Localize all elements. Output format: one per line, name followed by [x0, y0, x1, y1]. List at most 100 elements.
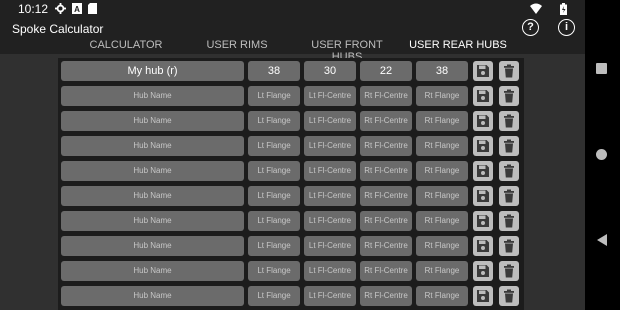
save-button[interactable]	[473, 261, 493, 281]
rt-flange-field[interactable]: Rt Flange	[416, 261, 468, 281]
save-button[interactable]	[473, 211, 493, 231]
svg-text:A: A	[74, 5, 80, 14]
save-button[interactable]	[473, 86, 493, 106]
delete-button[interactable]	[499, 186, 519, 206]
lt-fl-centre-field[interactable]: Lt Fl-Centre	[304, 86, 356, 106]
hub-row: Hub Name Lt Flange Lt Fl-Centre Rt Fl-Centr…	[61, 111, 523, 131]
lt-fl-centre-field[interactable]: Lt Fl-Centre	[304, 186, 356, 206]
tab-bar: CALCULATOR USER RIMS USER FRONT HUBS USE…	[0, 37, 585, 72]
battery-icon	[560, 3, 567, 19]
status-bar: 10:12 A	[0, 0, 585, 18]
lt-flange-field[interactable]: Lt Flange	[248, 286, 300, 306]
app-title: Spoke Calculator	[12, 22, 104, 36]
hub-row: Hub Name Lt Flange Lt Fl-Centre Rt Fl-Centr…	[61, 186, 523, 206]
hub-row: Hub Name Lt Flange Lt Fl-Centre Rt Fl-Centr…	[61, 161, 523, 181]
hub-list: My hub (r) 38 30 22 38 Hub Name Lt Flange Lt Fl…	[58, 58, 524, 310]
wifi-icon	[530, 3, 542, 18]
hub-name-field[interactable]: My hub (r)	[61, 61, 244, 81]
delete-button[interactable]	[499, 86, 519, 106]
save-button[interactable]	[473, 186, 493, 206]
recents-button[interactable]	[596, 63, 607, 74]
hub-name-field[interactable]: Hub Name	[61, 211, 244, 231]
rt-flange-field[interactable]: Rt Flange	[416, 236, 468, 256]
rt-flange-field[interactable]: Rt Flange	[416, 286, 468, 306]
lt-flange-field[interactable]: Lt Flange	[248, 186, 300, 206]
rt-flange-field[interactable]: 38	[416, 61, 468, 81]
hub-row: Hub Name Lt Flange Lt Fl-Centre Rt Fl-Centr…	[61, 211, 523, 231]
rt-flange-field[interactable]: Rt Flange	[416, 111, 468, 131]
hub-row: Hub Name Lt Flange Lt Fl-Centre Rt Fl-Centr…	[61, 261, 523, 281]
help-button[interactable]: ?	[522, 19, 539, 36]
hub-row: My hub (r) 38 30 22 38	[61, 61, 523, 81]
lt-flange-field[interactable]: Lt Flange	[248, 261, 300, 281]
delete-button[interactable]	[499, 136, 519, 156]
rt-fl-centre-field[interactable]: Rt Fl-Centre	[360, 161, 412, 181]
lt-flange-field[interactable]: Lt Flange	[248, 161, 300, 181]
lt-flange-field[interactable]: Lt Flange	[248, 136, 300, 156]
hub-row: Hub Name Lt Flange Lt Fl-Centre Rt Fl-Centr…	[61, 236, 523, 256]
delete-button[interactable]	[499, 236, 519, 256]
hub-name-field[interactable]: Hub Name	[61, 186, 244, 206]
tab-user-rims[interactable]: USER RIMS	[194, 39, 280, 51]
lt-fl-centre-field[interactable]: Lt Fl-Centre	[304, 136, 356, 156]
tab-user-rear-hubs[interactable]: USER REAR HUBS	[402, 39, 514, 51]
hub-row: Hub Name Lt Flange Lt Fl-Centre Rt Fl-Centr…	[61, 136, 523, 156]
lt-fl-centre-field[interactable]: Lt Fl-Centre	[304, 286, 356, 306]
hub-name-field[interactable]: Hub Name	[61, 236, 244, 256]
info-button[interactable]: i	[558, 19, 575, 36]
hub-name-field[interactable]: Hub Name	[61, 286, 244, 306]
hub-row: Hub Name Lt Flange Lt Fl-Centre Rt Fl-Centr…	[61, 86, 523, 106]
delete-button[interactable]	[499, 286, 519, 306]
tab-calculator[interactable]: CALCULATOR	[84, 39, 168, 51]
rt-flange-field[interactable]: Rt Flange	[416, 86, 468, 106]
save-button[interactable]	[473, 136, 493, 156]
lt-flange-field[interactable]: 38	[248, 61, 300, 81]
home-button[interactable]	[596, 149, 607, 160]
rt-flange-field[interactable]: Rt Flange	[416, 136, 468, 156]
app-screen: 10:12 A Spoke Calculator ? i CALCULATOR …	[0, 0, 585, 310]
rt-flange-field[interactable]: Rt Flange	[416, 186, 468, 206]
delete-button[interactable]	[499, 211, 519, 231]
hub-name-field[interactable]: Hub Name	[61, 161, 244, 181]
hub-name-field[interactable]: Hub Name	[61, 261, 244, 281]
lt-fl-centre-field[interactable]: Lt Fl-Centre	[304, 236, 356, 256]
save-button[interactable]	[473, 61, 493, 81]
lt-flange-field[interactable]: Lt Flange	[248, 86, 300, 106]
delete-button[interactable]	[499, 61, 519, 81]
gear-icon	[55, 3, 66, 18]
rt-flange-field[interactable]: Rt Flange	[416, 161, 468, 181]
save-button[interactable]	[473, 236, 493, 256]
delete-button[interactable]	[499, 111, 519, 131]
sd-card-icon	[88, 3, 97, 18]
lt-fl-centre-field[interactable]: Lt Fl-Centre	[304, 161, 356, 181]
delete-button[interactable]	[499, 161, 519, 181]
hub-name-field[interactable]: Hub Name	[61, 136, 244, 156]
rt-fl-centre-field[interactable]: Rt Fl-Centre	[360, 236, 412, 256]
rt-fl-centre-field[interactable]: Rt Fl-Centre	[360, 186, 412, 206]
rt-flange-field[interactable]: Rt Flange	[416, 211, 468, 231]
rt-fl-centre-field[interactable]: Rt Fl-Centre	[360, 86, 412, 106]
rt-fl-centre-field[interactable]: 22	[360, 61, 412, 81]
back-button[interactable]	[597, 234, 607, 246]
lt-flange-field[interactable]: Lt Flange	[248, 236, 300, 256]
delete-button[interactable]	[499, 261, 519, 281]
lt-fl-centre-field[interactable]: Lt Fl-Centre	[304, 111, 356, 131]
rt-fl-centre-field[interactable]: Rt Fl-Centre	[360, 111, 412, 131]
lt-flange-field[interactable]: Lt Flange	[248, 211, 300, 231]
app-bar: Spoke Calculator ? i CALCULATOR USER RIM…	[0, 18, 585, 72]
lt-flange-field[interactable]: Lt Flange	[248, 111, 300, 131]
hub-row: Hub Name Lt Flange Lt Fl-Centre Rt Fl-Centr…	[61, 286, 523, 306]
rt-fl-centre-field[interactable]: Rt Fl-Centre	[360, 136, 412, 156]
save-button[interactable]	[473, 161, 493, 181]
lt-fl-centre-field[interactable]: Lt Fl-Centre	[304, 211, 356, 231]
save-button[interactable]	[473, 286, 493, 306]
hub-name-field[interactable]: Hub Name	[61, 111, 244, 131]
rt-fl-centre-field[interactable]: Rt Fl-Centre	[360, 286, 412, 306]
save-button[interactable]	[473, 111, 493, 131]
a-badge-icon: A	[72, 3, 82, 18]
lt-fl-centre-field[interactable]: 30	[304, 61, 356, 81]
rt-fl-centre-field[interactable]: Rt Fl-Centre	[360, 261, 412, 281]
lt-fl-centre-field[interactable]: Lt Fl-Centre	[304, 261, 356, 281]
rt-fl-centre-field[interactable]: Rt Fl-Centre	[360, 211, 412, 231]
hub-name-field[interactable]: Hub Name	[61, 86, 244, 106]
